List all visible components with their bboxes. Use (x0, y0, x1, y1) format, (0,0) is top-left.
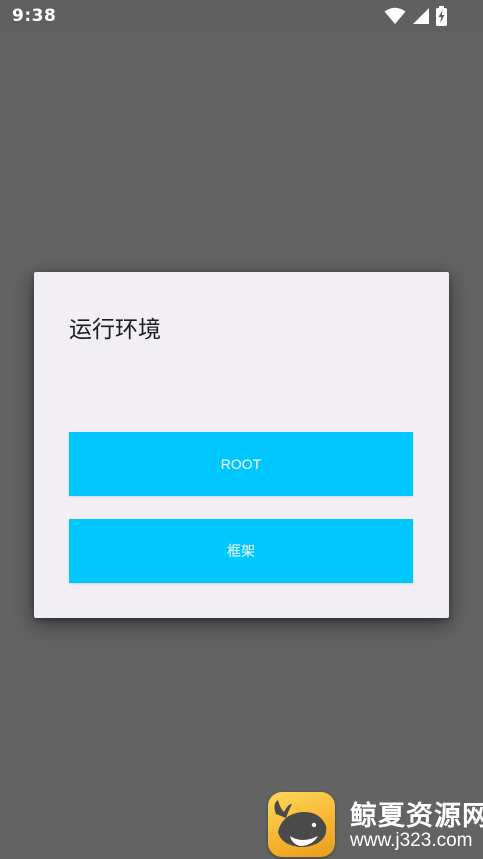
watermark: 鲸夏资源网 www.j323.com (268, 790, 483, 859)
whale-logo-icon (268, 792, 335, 857)
framework-button[interactable]: 框架 (69, 519, 413, 583)
watermark-url: www.j323.com (350, 830, 473, 851)
runtime-environment-dialog: 运行环境 ROOT 框架 (34, 272, 449, 618)
status-time: 9:38 (12, 6, 57, 26)
battery-charging-icon (436, 6, 447, 26)
root-button[interactable]: ROOT (69, 432, 413, 496)
status-icons (384, 6, 447, 26)
cell-signal-icon (412, 7, 430, 25)
wifi-icon (384, 7, 406, 25)
watermark-title: 鲸夏资源网 (350, 801, 483, 832)
dialog-title: 运行环境 (69, 317, 161, 343)
status-bar: 9:38 (0, 0, 483, 32)
